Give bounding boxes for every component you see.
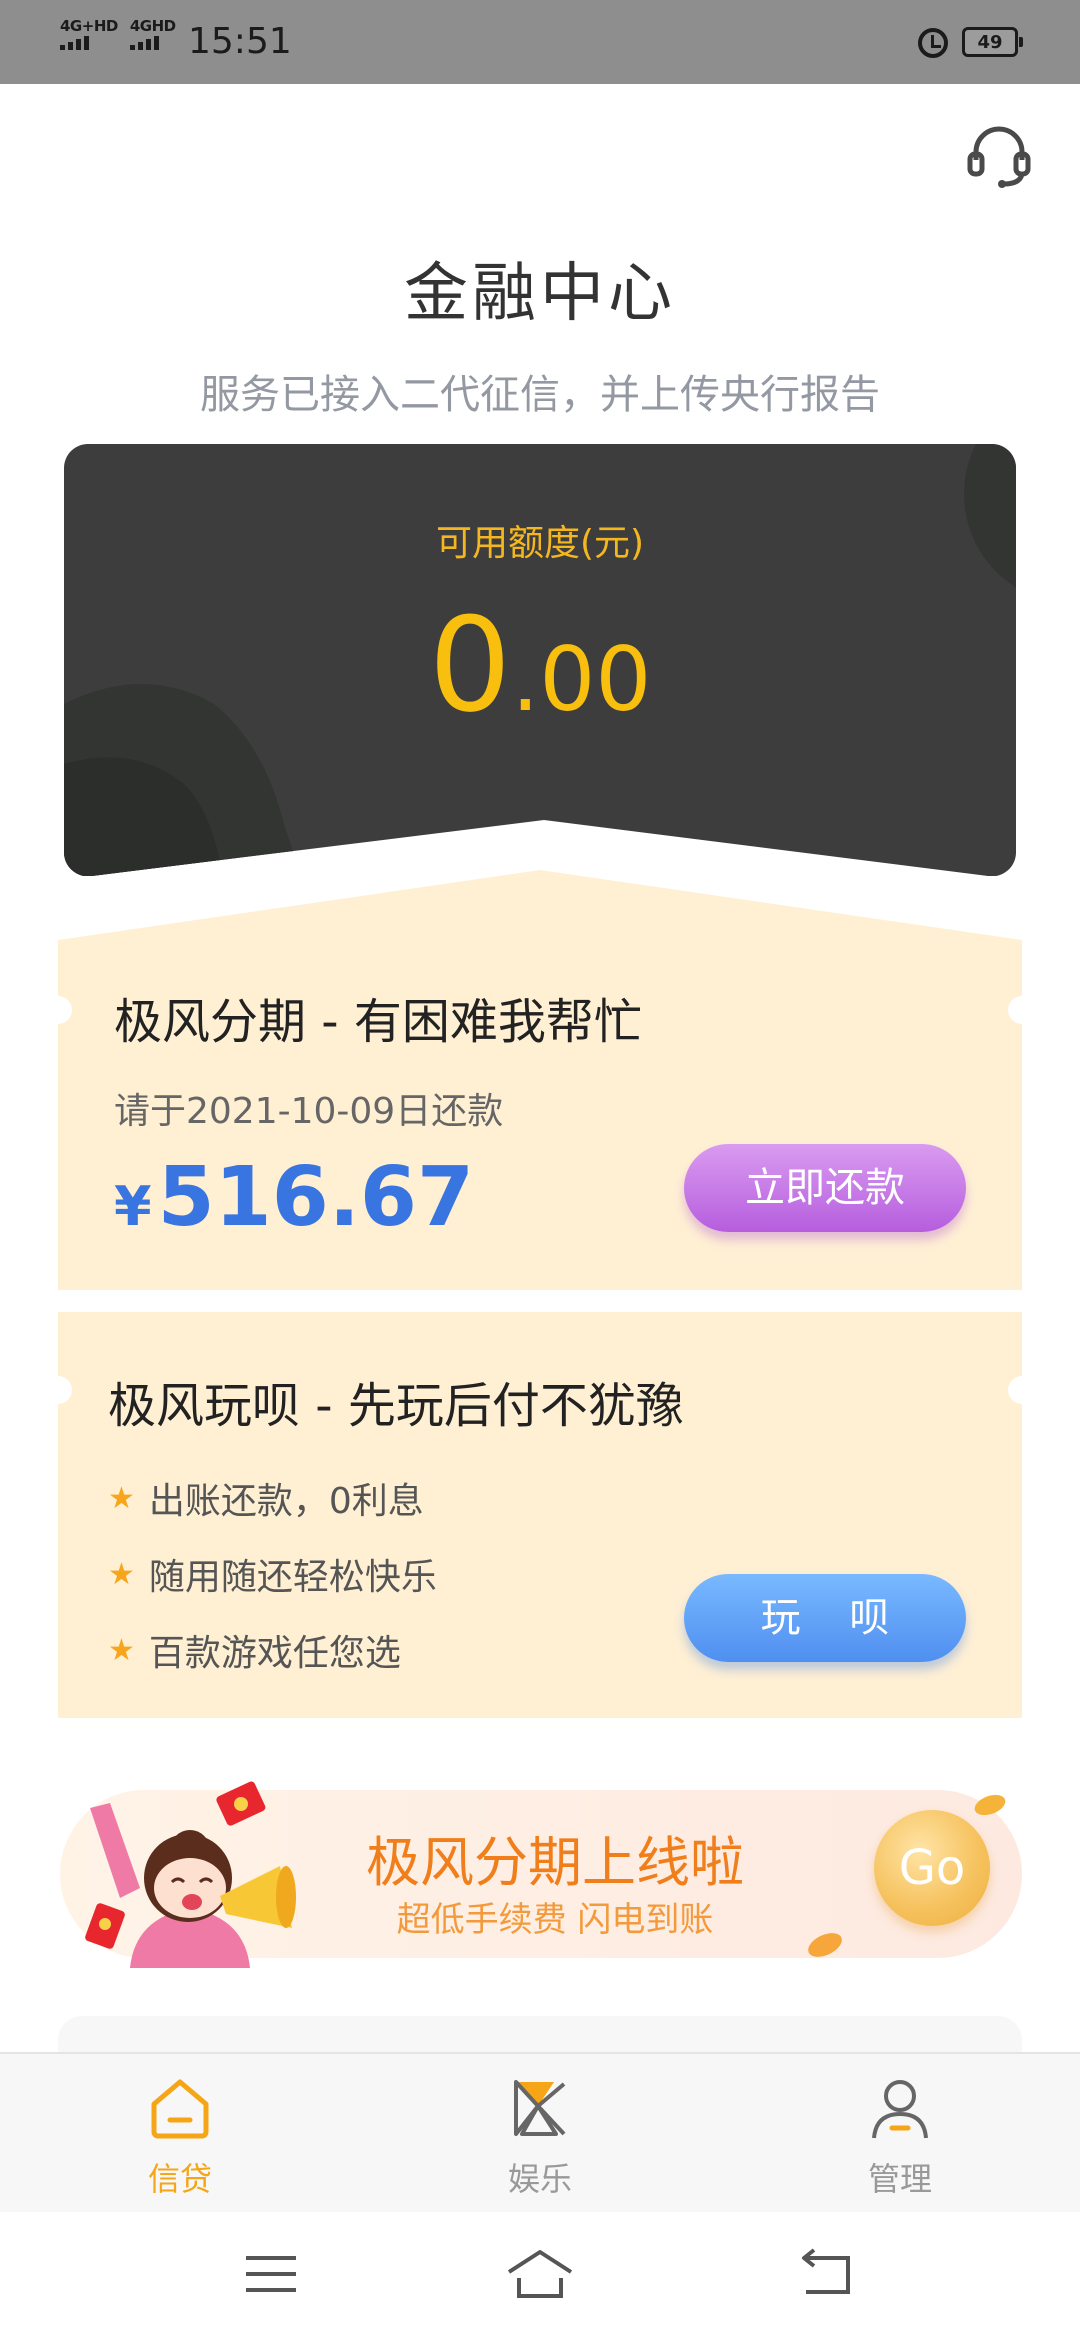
bottom-tab-bar: 信贷 娱乐 管理 (0, 2052, 1080, 2212)
network-1-label: 4G+HD (60, 17, 118, 35)
credit-amount-int: 0 (428, 589, 512, 741)
loan-amount-value: 516.67 (157, 1150, 475, 1245)
feature-item: ★ 随用随还轻松快乐 (108, 1548, 437, 1600)
play-title: 极风玩呗 - 先玩后付不犹豫 (108, 1378, 684, 1434)
home-icon[interactable] (505, 2244, 575, 2304)
card-notch (44, 996, 72, 1024)
loan-title: 极风分期 - 有困难我帮忙 (114, 994, 642, 1050)
play-button[interactable]: 玩 呗 (684, 1574, 966, 1662)
network-1: 4G+HD (60, 18, 118, 50)
loan-due-date: 请于2021-10-09日还款 (114, 1091, 504, 1132)
credit-amount-dec: .00 (511, 628, 652, 731)
currency-symbol: ¥ (114, 1175, 152, 1238)
page-subtitle: 服务已接入二代征信，并上传央行报告 (200, 372, 880, 418)
feature-text: 随用随还轻松快乐 (148, 1557, 437, 1598)
feature-item: ★ 出账还款，0利息 (108, 1472, 424, 1524)
headset-icon[interactable] (964, 120, 1034, 190)
network-indicators: 4G+HD 4GHD (60, 18, 176, 50)
tab-entertainment[interactable]: 娱乐 (440, 2054, 640, 2214)
battery-icon: 49 (962, 27, 1023, 57)
signal-icon (60, 34, 89, 50)
credit-label: 可用额度(元) (435, 523, 645, 564)
coin-icon (808, 1933, 842, 1957)
feature-text: 出账还款，0利息 (148, 1481, 424, 1522)
battery-level: 49 (977, 31, 1003, 53)
feature-item: ★ 百款游戏任您选 (108, 1624, 401, 1676)
home-icon (151, 2079, 209, 2139)
tab-manage[interactable]: 管理 (800, 2054, 1000, 2214)
star-icon: ★ (108, 1556, 135, 1592)
alarm-icon (918, 28, 948, 58)
card-notch (1008, 996, 1036, 1024)
network-2-label: 4GHD (129, 17, 176, 35)
card-notch (44, 1376, 72, 1404)
go-button[interactable]: Go (874, 1810, 990, 1926)
coin-icon (974, 1794, 1006, 1816)
tab-manage-label: 管理 (867, 2160, 932, 2198)
repay-button[interactable]: 立即还款 (684, 1144, 966, 1232)
star-icon: ★ (108, 1632, 135, 1668)
windmill-icon (514, 2080, 566, 2136)
next-card (58, 2016, 1022, 2056)
feature-text: 百款游戏任您选 (148, 1633, 401, 1674)
user-icon (872, 2080, 928, 2139)
tab-entertainment-label: 娱乐 (507, 2160, 572, 2198)
menu-icon[interactable] (236, 2244, 306, 2304)
credit-amount: 0.00 (0, 590, 1080, 755)
network-2: 4GHD (129, 17, 176, 50)
card-notch (1008, 1376, 1036, 1404)
status-time: 15:51 (188, 21, 292, 62)
star-icon: ★ (108, 1480, 135, 1516)
page-title: 金融中心 (404, 257, 676, 331)
tab-credit[interactable]: 信贷 (80, 2054, 280, 2214)
loan-amount: ¥516.67 (114, 1148, 474, 1257)
system-nav-bar (0, 2212, 1080, 2340)
signal-icon (129, 34, 159, 50)
status-bar: 4G+HD 4GHD 15:51 49 (0, 0, 1080, 84)
tab-credit-label: 信贷 (147, 2160, 212, 2198)
back-icon[interactable] (790, 2244, 860, 2304)
